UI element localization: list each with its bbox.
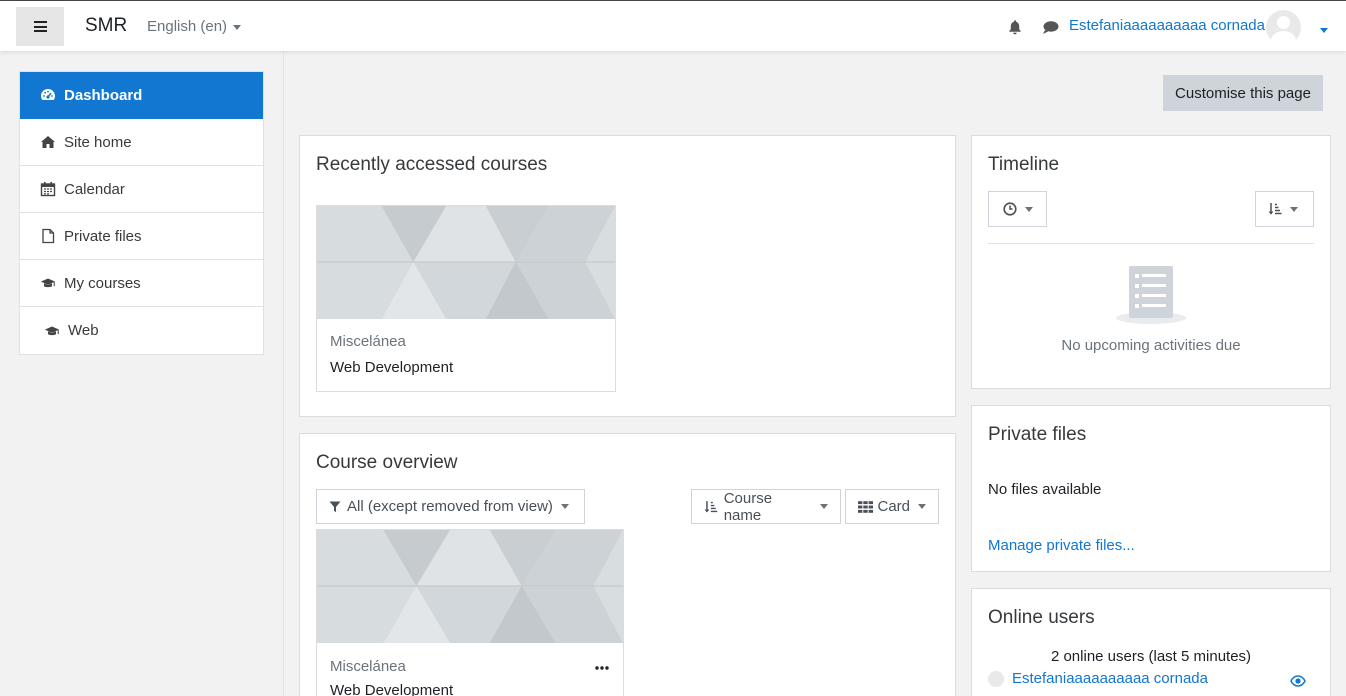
recent-courses-block: Recently accessed courses Miscelánea Web… (299, 135, 956, 417)
chevron-down-icon (1320, 27, 1328, 33)
sidebar-item-private-files[interactable]: Private files (20, 213, 263, 260)
grid-icon (858, 500, 874, 513)
home-icon (40, 134, 56, 150)
timeline-empty-text: No upcoming activities due (1061, 337, 1241, 354)
sort-dropdown[interactable]: Course name (691, 489, 841, 524)
chevron-down-icon (233, 24, 242, 30)
clock-icon (1003, 202, 1017, 216)
no-files-text: No files available (988, 481, 1102, 498)
language-label: English (en) (147, 18, 228, 35)
timeline-sort-dropdown[interactable] (1255, 191, 1314, 227)
chevron-down-icon (1025, 206, 1033, 212)
course-name-link[interactable]: Web Development (330, 682, 453, 696)
nav-list: Dashboard Site home Calendar Private fil… (19, 71, 264, 355)
divider (988, 243, 1314, 244)
dashboard-icon (40, 87, 56, 103)
sidebar-item-calendar[interactable]: Calendar (20, 166, 263, 213)
more-icon (595, 666, 609, 670)
bell-icon[interactable] (1007, 19, 1023, 35)
sidebar-item-label: Private files (64, 227, 142, 245)
online-user-link[interactable]: Estefaniaaaaaaaaaa cornada (1012, 670, 1208, 687)
user-name-link[interactable]: Estefaniaaaaaaaaaa cornada (1069, 17, 1265, 34)
drawer-toggle-button[interactable] (16, 7, 64, 46)
sidebar-item-web[interactable]: Web (20, 307, 263, 354)
course-category: Miscelánea (330, 333, 406, 350)
user-menu-toggle[interactable] (1320, 21, 1328, 38)
sidebar-item-label: Site home (64, 133, 132, 151)
sort-icon (704, 500, 718, 512)
chevron-down-icon (560, 504, 569, 509)
view-label: Card (877, 498, 910, 515)
sidebar-item-label: Calendar (64, 180, 125, 198)
course-overview-block: Course overview All (except removed from… (299, 433, 956, 696)
sort-label: Course name (723, 489, 773, 524)
avatar[interactable] (1266, 10, 1301, 45)
course-actions-menu[interactable] (595, 657, 609, 670)
course-image[interactable] (317, 206, 615, 319)
timeline-filter-dropdown[interactable] (988, 191, 1047, 227)
user-avatar-small (988, 671, 1004, 687)
eye-icon[interactable] (1290, 675, 1306, 687)
graduation-cap-icon (40, 275, 56, 291)
sidebar-item-dashboard[interactable]: Dashboard (20, 72, 263, 119)
filter-label: All (except removed from view) (347, 498, 553, 515)
menu-icon (33, 21, 47, 32)
file-icon (40, 228, 56, 244)
language-menu[interactable]: English (en) (147, 18, 242, 35)
empty-list-icon (1116, 266, 1186, 324)
sidebar-item-site-home[interactable]: Site home (20, 119, 263, 166)
filter-icon (329, 501, 341, 512)
sidebar-item-label: Dashboard (64, 86, 143, 104)
block-title: Private files (988, 424, 1087, 445)
top-navbar: SMR English (en) Estefaniaaaaaaaaaa corn… (0, 0, 1346, 51)
customise-page-button[interactable]: Customise this page (1163, 75, 1323, 111)
sort-icon (1268, 203, 1282, 215)
timeline-block: Timeline No upcoming activities due (971, 135, 1331, 389)
course-image[interactable] (317, 530, 623, 643)
online-users-block: Online users 2 online users (last 5 minu… (971, 588, 1331, 696)
sidebar-item-label: Web (68, 322, 99, 339)
private-files-block: Private files No files available Manage … (971, 405, 1331, 572)
chevron-down-icon (918, 504, 926, 509)
block-title: Course overview (316, 452, 458, 473)
nav-drawer: Dashboard Site home Calendar Private fil… (0, 51, 284, 696)
course-filter-dropdown[interactable]: All (except removed from view) (316, 489, 585, 524)
manage-private-files-link[interactable]: Manage private files... (988, 537, 1135, 554)
sidebar-item-label: My courses (64, 274, 141, 292)
course-category: Miscelánea (330, 658, 406, 675)
online-users-summary: 2 online users (last 5 minutes) (1050, 648, 1252, 665)
sidebar-item-my-courses[interactable]: My courses (20, 260, 263, 307)
block-title: Recently accessed courses (316, 154, 548, 175)
block-title: Timeline (988, 154, 1060, 175)
course-card[interactable]: Miscelánea Web Development (316, 529, 624, 696)
chevron-down-icon (820, 504, 828, 509)
course-name-link[interactable]: Web Development (330, 359, 453, 376)
site-brand[interactable]: SMR (85, 15, 127, 37)
block-title: Online users (988, 607, 1095, 628)
calendar-icon (40, 181, 56, 197)
view-dropdown[interactable]: Card (845, 489, 939, 524)
graduation-cap-icon (44, 323, 60, 339)
chat-icon[interactable] (1042, 20, 1059, 35)
course-card[interactable]: Miscelánea Web Development (316, 205, 616, 392)
chevron-down-icon (1290, 206, 1298, 212)
